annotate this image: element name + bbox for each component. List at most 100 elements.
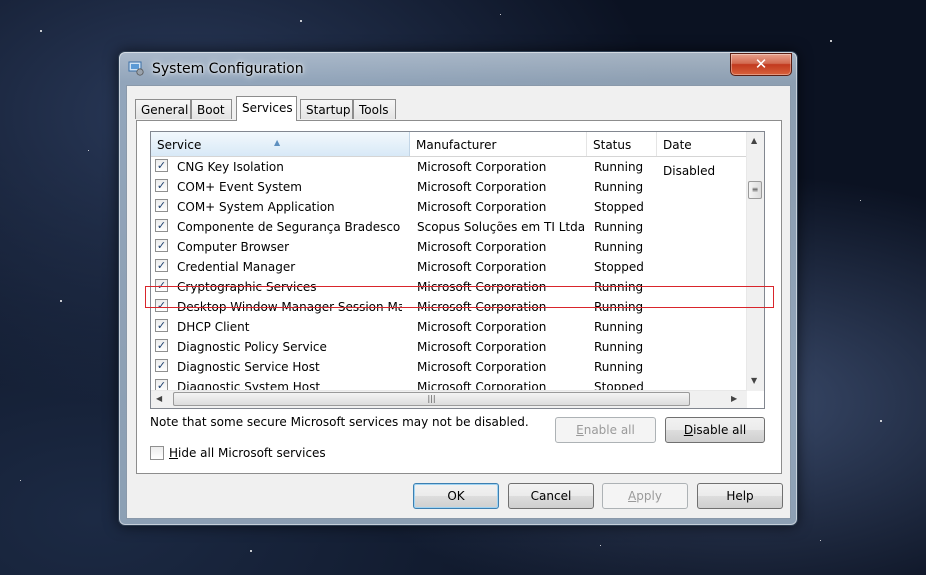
service-enabled-checkbox[interactable]: ✓ (155, 359, 168, 372)
manufacturer-cell: Microsoft Corporation (417, 180, 547, 194)
service-name-cell: COM+ Event System (177, 180, 302, 194)
system-configuration-window: System Configuration ✕ General Boot Serv… (118, 51, 798, 526)
checkbox-label: ide all Microsoft services (178, 446, 326, 460)
button-label: pply (636, 489, 662, 503)
table-row[interactable]: ✓ Desktop Window Manager Session Ma... Mic… (151, 297, 747, 317)
star (40, 30, 42, 32)
horizontal-scrollbar[interactable]: ◀ ||| ▶ (151, 390, 747, 408)
service-name-cell: Cryptographic Services (177, 280, 317, 294)
service-enabled-checkbox[interactable]: ✓ (155, 239, 168, 252)
table-row[interactable]: ✓ COM+ System Application Microsoft Corpor… (151, 197, 747, 217)
enable-all-button[interactable]: Enable all (555, 417, 656, 443)
status-cell: Running (594, 340, 644, 354)
table-row[interactable]: ✓ COM+ Event System Microsoft Corporation R… (151, 177, 747, 197)
service-enabled-checkbox[interactable]: ✓ (155, 279, 168, 292)
service-enabled-checkbox[interactable]: ✓ (155, 219, 168, 232)
star (300, 20, 302, 22)
grip-icon: ||| (427, 394, 436, 403)
close-button[interactable]: ✕ (730, 53, 792, 76)
tab-services[interactable]: Services (236, 96, 297, 121)
scroll-right-icon[interactable]: ▶ (731, 394, 737, 403)
column-header-manufacturer[interactable]: Manufacturer (410, 132, 587, 156)
table-row[interactable]: ✓ Diagnostic System Host Microsoft Corpora… (151, 377, 747, 391)
star (250, 550, 252, 552)
star (820, 540, 821, 541)
date-disabled-cell (664, 359, 744, 375)
service-enabled-checkbox[interactable]: ✓ (155, 259, 168, 272)
services-panel: Service ▲ Manufacturer Status Date Disab… (136, 120, 782, 474)
service-enabled-checkbox[interactable]: ✓ (155, 339, 168, 352)
vertical-scrollbar[interactable]: ▲ ≡ ▼ (746, 132, 764, 391)
window-title: System Configuration (152, 61, 304, 77)
help-button[interactable]: Help (697, 483, 783, 509)
status-cell: Running (594, 160, 644, 174)
table-row[interactable]: ✓ Diagnostic Policy Service Microsoft Corp… (151, 337, 747, 357)
manufacturer-cell: Scopus Soluções em TI Ltda (417, 220, 586, 234)
date-disabled-cell (664, 219, 744, 235)
button-mnemonic: D (683, 423, 694, 437)
disable-all-button[interactable]: Disable all (665, 417, 765, 443)
star (880, 420, 882, 422)
cancel-button[interactable]: Cancel (508, 483, 594, 509)
star (88, 150, 89, 151)
column-header-status[interactable]: Status (587, 132, 657, 156)
column-header-date-disabled[interactable]: Date Disabled (657, 132, 747, 178)
table-row[interactable]: ✓ Diagnostic Service Host Microsoft Corpor… (151, 357, 747, 377)
tab-general[interactable]: General (135, 99, 191, 119)
manufacturer-cell: Microsoft Corporation (417, 360, 547, 374)
column-header-service[interactable]: Service ▲ (151, 132, 410, 156)
button-label: nable all (583, 423, 635, 437)
star (860, 200, 861, 201)
status-cell: Running (594, 360, 644, 374)
table-row[interactable]: ✓ CNG Key Isolation Microsoft Corporation R… (151, 157, 747, 177)
service-name-cell: Diagnostic Service Host (177, 360, 320, 374)
service-enabled-checkbox[interactable]: ✓ (155, 179, 168, 192)
dialog-client-area: General Boot Services Startup Tools Serv… (126, 85, 791, 519)
ok-button[interactable]: OK (413, 483, 499, 509)
scroll-up-icon[interactable]: ▲ (751, 136, 757, 145)
services-list[interactable]: Service ▲ Manufacturer Status Date Disab… (150, 131, 765, 409)
column-header-label: Service (157, 138, 202, 152)
manufacturer-cell: Microsoft Corporation (417, 160, 547, 174)
service-rows: ✓ CNG Key Isolation Microsoft Corporation R… (151, 157, 747, 391)
service-enabled-checkbox[interactable]: ✓ (155, 299, 168, 312)
status-cell: Running (594, 240, 644, 254)
service-name-cell: DHCP Client (177, 320, 250, 334)
tab-startup[interactable]: Startup (300, 99, 353, 119)
status-cell: Running (594, 280, 644, 294)
hide-microsoft-services-checkbox[interactable] (150, 446, 164, 460)
service-enabled-checkbox[interactable]: ✓ (155, 319, 168, 332)
tab-boot[interactable]: Boot (191, 99, 232, 119)
service-enabled-checkbox[interactable]: ✓ (155, 199, 168, 212)
table-row[interactable]: ✓ DHCP Client Microsoft Corporation Running (151, 317, 747, 337)
sort-ascending-icon: ▲ (274, 138, 281, 147)
table-row[interactable]: ✓ Credential Manager Microsoft Corporation… (151, 257, 747, 277)
date-disabled-cell (664, 239, 744, 255)
vertical-scroll-thumb[interactable]: ≡ (748, 181, 762, 199)
manufacturer-cell: Microsoft Corporation (417, 240, 547, 254)
table-row[interactable]: ✓ Cryptographic Services Microsoft Corpora… (151, 277, 747, 297)
date-disabled-cell (664, 319, 744, 335)
service-name-cell: Computer Browser (177, 240, 290, 254)
secure-services-note: Note that some secure Microsoft services… (150, 415, 529, 429)
manufacturer-cell: Microsoft Corporation (417, 320, 547, 334)
date-disabled-cell (664, 179, 744, 195)
hide-microsoft-services-label[interactable]: Hide all Microsoft services (169, 446, 326, 460)
date-disabled-cell (664, 279, 744, 295)
service-name-cell: Diagnostic Policy Service (177, 340, 327, 354)
msconfig-icon (128, 60, 144, 76)
grip-icon: ≡ (751, 185, 759, 194)
horizontal-scroll-thumb[interactable]: ||| (173, 392, 690, 406)
star (20, 480, 21, 481)
scroll-left-icon[interactable]: ◀ (156, 394, 162, 403)
tab-tools[interactable]: Tools (353, 99, 396, 119)
manufacturer-cell: Microsoft Corporation (417, 280, 547, 294)
table-row[interactable]: ✓ Computer Browser Microsoft Corporation Ru… (151, 237, 747, 257)
manufacturer-cell: Microsoft Corporation (417, 260, 547, 274)
button-mnemonic: E (576, 423, 584, 437)
apply-button[interactable]: Apply (602, 483, 688, 509)
table-row[interactable]: ✓ Componente de Segurança Bradesco Scopus … (151, 217, 747, 237)
date-disabled-cell (664, 299, 744, 315)
service-enabled-checkbox[interactable]: ✓ (155, 159, 168, 172)
scroll-down-icon[interactable]: ▼ (751, 376, 757, 385)
